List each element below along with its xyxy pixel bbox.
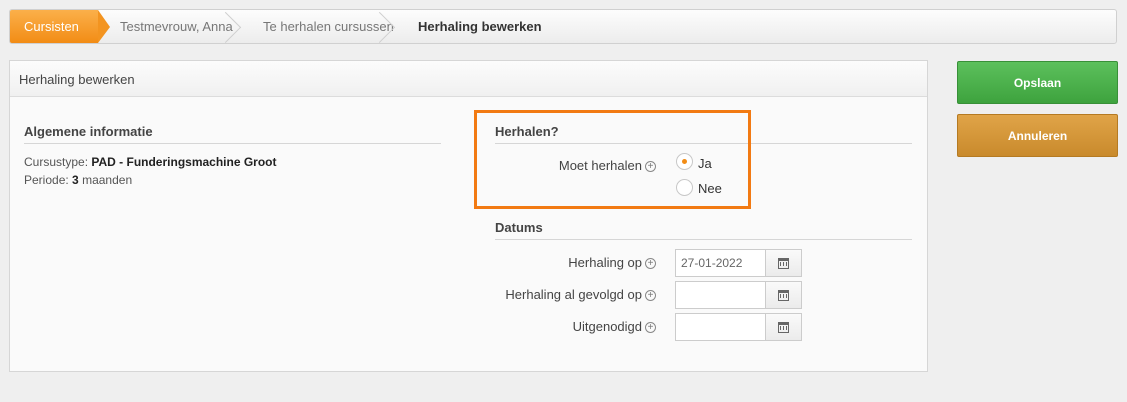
- already-followed-date-group: [675, 281, 802, 309]
- repeat-section-title: Herhalen?: [495, 124, 912, 144]
- period-label: Periode:: [24, 173, 69, 187]
- plus-circle-icon[interactable]: +: [645, 258, 656, 270]
- calendar-icon: [778, 321, 789, 333]
- repeat-on-text: Herhaling op: [568, 255, 642, 270]
- save-button[interactable]: Opslaan: [957, 61, 1118, 104]
- plus-circle-icon[interactable]: +: [645, 322, 656, 334]
- repeat-on-date-group: [675, 249, 802, 277]
- calendar-icon: [778, 257, 789, 269]
- already-followed-input[interactable]: [675, 281, 765, 309]
- must-repeat-text: Moet herhalen: [558, 158, 642, 173]
- invited-text: Uitgenodigd: [572, 319, 642, 334]
- plus-circle-icon[interactable]: +: [645, 290, 656, 302]
- period-value: 3: [72, 173, 79, 187]
- course-type-value: PAD - Funderingsmachine Groot: [91, 155, 277, 169]
- radio-ja-label[interactable]: Ja: [698, 156, 712, 171]
- general-info-title: Algemene informatie: [24, 124, 441, 144]
- cancel-button[interactable]: Annuleren: [957, 114, 1118, 157]
- calendar-button[interactable]: [765, 249, 802, 277]
- radio-nee-label[interactable]: Nee: [698, 181, 722, 196]
- already-followed-label: Herhaling al gevolgd op +: [450, 287, 656, 302]
- breadcrumb-item-student[interactable]: Testmevrouw, Anna: [98, 10, 240, 43]
- period-line: Periode: 3 maanden: [24, 173, 132, 187]
- period-unit: maanden: [82, 173, 133, 187]
- repeat-on-input[interactable]: [675, 249, 765, 277]
- breadcrumb-item-cursisten[interactable]: Cursisten: [10, 10, 110, 43]
- invited-date-group: [675, 313, 802, 341]
- radio-ja[interactable]: [676, 153, 693, 170]
- course-type-label: Cursustype:: [24, 155, 89, 169]
- must-repeat-label: Moet herhalen +: [500, 158, 656, 173]
- panel-title: Herhaling bewerken: [10, 61, 927, 97]
- already-followed-text: Herhaling al gevolgd op: [505, 287, 642, 302]
- calendar-icon: [778, 289, 789, 301]
- repeat-on-label: Herhaling op +: [450, 255, 656, 270]
- invited-input[interactable]: [675, 313, 765, 341]
- breadcrumb-item-current: Herhaling bewerken: [418, 19, 542, 34]
- plus-circle-icon[interactable]: +: [645, 161, 656, 173]
- invited-label: Uitgenodigd +: [450, 319, 656, 334]
- breadcrumb-item-repeat-courses[interactable]: Te herhalen cursussen: [240, 10, 394, 43]
- radio-nee[interactable]: [676, 179, 693, 196]
- calendar-button[interactable]: [765, 281, 802, 309]
- calendar-button[interactable]: [765, 313, 802, 341]
- breadcrumb: Cursisten Testmevrouw, Anna Te herhalen …: [9, 9, 1117, 44]
- course-type-line: Cursustype: PAD - Funderingsmachine Groo…: [24, 155, 277, 169]
- dates-section-title: Datums: [495, 220, 912, 240]
